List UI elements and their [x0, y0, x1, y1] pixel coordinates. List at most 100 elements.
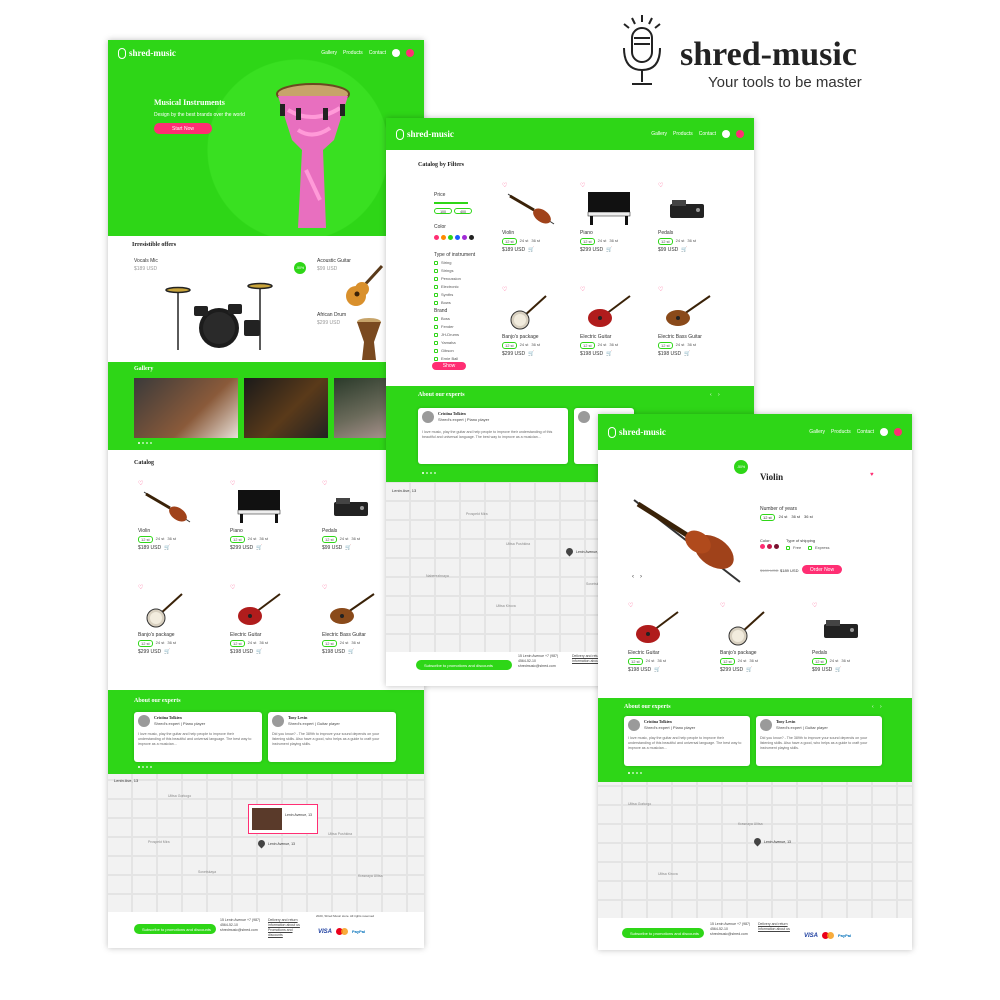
nav-gallery[interactable]: Gallery [321, 50, 337, 56]
product-card[interactable]: ♡ Electric Guitar 12 st 24 st 36 st $198 USD 🛒 [628, 603, 679, 673]
order-now-button[interactable]: Order Now [802, 565, 842, 574]
years-chip[interactable]: 12 st [760, 514, 775, 521]
size-chip[interactable]: 36 st [749, 658, 758, 665]
size-chip[interactable]: 24 st [156, 536, 165, 543]
product-card[interactable]: ♡ Banjo's package 12 st 24 st 36 st $299 USD 🛒 [502, 286, 552, 357]
size-chips[interactable]: 12 st 24 st 36 st [322, 536, 372, 543]
size-chips[interactable]: 12 st 24 st 36 st [580, 238, 630, 245]
favorite-heart-icon[interactable]: ♡ [580, 286, 585, 293]
experts-dots[interactable] [138, 766, 152, 768]
nav-contact[interactable]: Contact [857, 429, 874, 435]
product-card[interactable]: ♡ Violin 12 st 24 st 36 st $189 USD 🛒 [502, 182, 555, 253]
checkbox-icon[interactable] [434, 268, 438, 273]
favorite-heart-icon[interactable]: ♡ [720, 602, 725, 609]
size-chip[interactable]: 24 st [676, 238, 685, 245]
size-chip[interactable]: 12 st [138, 536, 153, 543]
start-now-button[interactable]: Start Now [154, 123, 212, 134]
size-chip[interactable]: 12 st [322, 640, 337, 647]
map-popup[interactable]: Lenin Avenue, 13 [248, 804, 318, 834]
filter-checkbox[interactable]: Gibson [434, 348, 454, 353]
size-chip[interactable]: 36 st [609, 342, 618, 349]
size-chips[interactable]: 12 st 24 st 36 st [138, 640, 188, 647]
nav-products[interactable]: Products [343, 50, 363, 56]
product-card[interactable]: ♡ Pedals 12 st 24 st 36 st $99 USD 🛒 [658, 182, 708, 253]
favorite-heart-icon[interactable]: ♡ [322, 480, 327, 487]
size-chip[interactable]: 24 st [248, 536, 257, 543]
add-to-cart-icon[interactable]: 🛒 [681, 247, 687, 253]
favorite-heart-icon[interactable]: ♡ [502, 286, 507, 293]
user-icon[interactable] [880, 428, 888, 436]
carousel-prev-icon[interactable]: ‹ [710, 392, 712, 398]
favorite-heart-icon[interactable]: ♡ [138, 584, 143, 591]
product-card[interactable]: ♡ Banjo's package 12 st 24 st 36 st $299 USD 🛒 [138, 584, 188, 655]
map-pin-icon[interactable] [256, 838, 267, 849]
color-swatch[interactable] [448, 235, 453, 240]
favorite-heart-icon[interactable]: ♡ [502, 182, 507, 189]
add-to-cart-icon[interactable]: 🛒 [684, 351, 690, 357]
size-chip[interactable]: 12 st [580, 238, 595, 245]
nav-gallery[interactable]: Gallery [809, 429, 825, 435]
years-chip[interactable]: 36 st [804, 514, 813, 521]
favorite-heart-icon[interactable]: ♡ [812, 602, 817, 609]
size-chip[interactable]: 24 st [340, 640, 349, 647]
nav-products[interactable]: Products [831, 429, 851, 435]
product-card[interactable]: ♡ Pedals 12 st 24 st 36 st $99 USD 🛒 [322, 480, 372, 551]
filter-checkbox[interactable]: Fender [434, 324, 454, 329]
carousel-next-icon[interactable]: › [880, 704, 882, 710]
color-swatch[interactable] [462, 235, 467, 240]
favorite-heart-icon[interactable]: ♡ [230, 480, 235, 487]
product-card[interactable]: ♡ Electric Bass Guitar 12 st 24 st 36 st $198… [658, 287, 711, 357]
shipping-free[interactable]: Free [786, 545, 801, 550]
size-chips[interactable]: 12 st 24 st 36 st [230, 640, 280, 647]
nav-gallery[interactable]: Gallery [651, 131, 667, 137]
size-chip[interactable]: 12 st [230, 640, 245, 647]
color-swatch[interactable] [441, 235, 446, 240]
cart-icon[interactable] [894, 428, 902, 436]
gallery-photo-2[interactable] [244, 378, 328, 438]
size-chip[interactable]: 36 st [167, 640, 176, 647]
size-chip[interactable]: 24 st [156, 640, 165, 647]
cart-icon[interactable] [406, 49, 414, 57]
carousel-next-icon[interactable]: › [718, 392, 720, 398]
checkbox-icon[interactable] [434, 284, 438, 289]
size-chips[interactable]: 12 st 24 st 36 st [502, 238, 552, 245]
gallery-dots[interactable] [138, 442, 152, 444]
product-card[interactable]: ♡ Violin 12 st 24 st 36 st $189 USD 🛒 [138, 480, 191, 551]
favorite-heart-icon[interactable]: ♡ [658, 182, 663, 189]
size-chip[interactable]: 24 st [676, 342, 685, 349]
favorite-heart-icon[interactable]: ♡ [138, 480, 143, 487]
size-chip[interactable]: 36 st [531, 342, 540, 349]
checkbox-icon[interactable] [434, 276, 438, 281]
show-button[interactable]: Show [432, 362, 466, 370]
gallery-prev-icon[interactable]: ‹ [632, 574, 634, 580]
size-chips[interactable]: 12 st 24 st 36 st [230, 536, 280, 543]
checkbox-icon[interactable] [434, 332, 438, 337]
color-swatch[interactable] [767, 544, 772, 549]
subscribe-button[interactable]: Subscribe to promotions and discounts [416, 660, 512, 670]
add-to-cart-icon[interactable]: 🛒 [654, 667, 660, 673]
size-chip[interactable]: 24 st [520, 238, 529, 245]
size-chip[interactable]: 12 st [230, 536, 245, 543]
size-chip[interactable]: 24 st [830, 658, 839, 665]
checkbox-icon[interactable] [434, 292, 438, 297]
checkbox-icon[interactable] [434, 316, 438, 321]
size-chip[interactable]: 36 st [351, 536, 360, 543]
subscribe-button[interactable]: Subscribe to promotions and discounts [134, 924, 216, 934]
size-chip[interactable]: 36 st [531, 238, 540, 245]
user-icon[interactable] [392, 49, 400, 57]
color-swatch[interactable] [455, 235, 460, 240]
size-chips[interactable]: 12 st 24 st 36 st [812, 658, 862, 665]
size-chips[interactable]: 12 st 24 st 36 st [658, 342, 708, 349]
filter-checkbox[interactable]: Yamaha [434, 340, 456, 345]
filter-checkbox[interactable]: Synths [434, 292, 453, 297]
checkbox-icon[interactable] [434, 340, 438, 345]
gallery-next-icon[interactable]: › [640, 574, 642, 580]
nav-products[interactable]: Products [673, 131, 693, 137]
size-chip[interactable]: 12 st [502, 342, 517, 349]
size-chips[interactable]: 12 st 24 st 36 st [138, 536, 188, 543]
size-chip[interactable]: 12 st [138, 640, 153, 647]
checkbox-icon[interactable] [434, 324, 438, 329]
size-chip[interactable]: 12 st [720, 658, 735, 665]
header-logo[interactable]: shred-music [396, 128, 454, 140]
size-chip[interactable]: 36 st [351, 640, 360, 647]
